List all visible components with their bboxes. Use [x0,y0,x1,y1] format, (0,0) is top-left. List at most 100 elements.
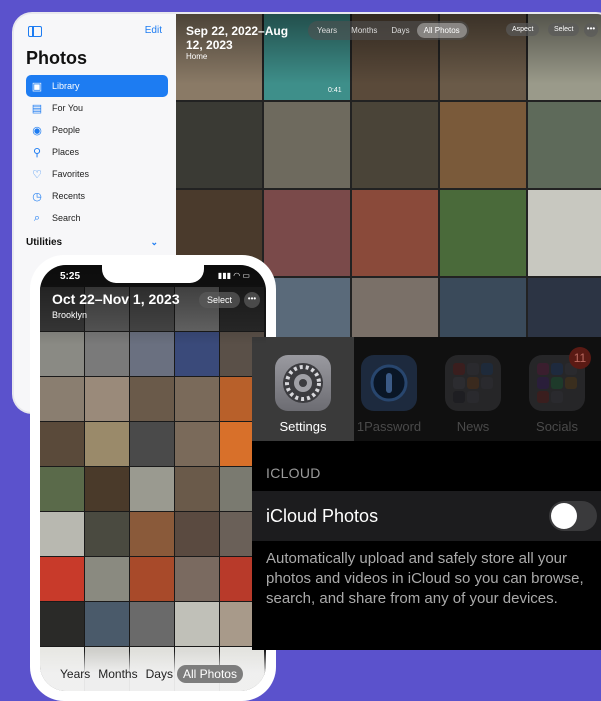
photo-thumbnail[interactable] [175,422,219,466]
tab-months[interactable]: Months [94,665,141,683]
iphone-screen: 5:25 ▮▮▮ ◠ ▭ Oct 22–Nov 1, 2023 Brooklyn… [40,265,266,691]
sidebar-section-utilities[interactable]: Utilities ⌄ [14,229,176,252]
photo-thumbnail[interactable] [130,422,174,466]
photo-thumbnail[interactable] [40,377,84,421]
photo-thumbnail[interactable] [352,102,438,188]
grid-date-range: Sep 22, 2022–Aug 12, 2023 [186,24,289,52]
tab-years[interactable]: Years [310,23,344,38]
toggle-label: iCloud Photos [266,506,379,526]
photo-thumbnail[interactable] [528,102,601,188]
photo-thumbnail[interactable] [175,377,219,421]
icloud-photos-description: Automatically upload and safely store al… [266,550,584,607]
app-label: 1Password [356,419,422,434]
photo-thumbnail[interactable] [175,602,219,646]
aspect-button[interactable]: Aspect [506,23,540,36]
photo-thumbnail[interactable] [85,602,129,646]
tab-days[interactable]: Days [384,23,416,38]
tab-all-photos[interactable]: All Photos [176,665,243,683]
icloud-photos-toggle[interactable] [549,501,597,531]
chevron-down-icon: ⌄ [150,237,158,247]
tab-months[interactable]: Months [344,23,384,38]
video-duration: 0:41 [328,87,342,94]
clock-icon: ◷ [32,190,42,203]
photo-thumbnail[interactable] [528,190,601,276]
photo-thumbnail[interactable] [264,102,350,188]
grid-place: Home [186,52,208,61]
folder-icon: 11 [529,347,591,411]
photo-thumbnail[interactable] [352,190,438,276]
iphone-photos: 5:25 ▮▮▮ ◠ ▭ Oct 22–Nov 1, 2023 Brooklyn… [30,255,276,701]
select-button[interactable]: Select [198,292,240,308]
photo-thumbnail[interactable] [40,557,84,601]
photo-thumbnail[interactable] [40,602,84,646]
sidebar-item-search[interactable]: ⌕ Search [26,207,168,229]
icloud-photos-row: iCloud Photos [252,491,601,541]
photo-thumbnail[interactable] [175,467,219,511]
photo-thumbnail[interactable] [130,467,174,511]
sidebar-item-places[interactable]: ⚲ Places [26,141,168,163]
gear-icon [275,355,331,411]
photo-thumbnail[interactable] [85,557,129,601]
page-title: Photos [26,48,87,68]
sidebar-item-recents[interactable]: ◷ Recents [26,185,168,207]
sidebar-item-library[interactable]: ▣ Library [26,75,168,97]
app-folder-socials[interactable]: 11 Socials [522,347,592,434]
photo-thumbnail[interactable] [85,467,129,511]
photo-thumbnail[interactable] [130,377,174,421]
photo-thumbnail[interactable] [175,512,219,556]
photo-thumbnail[interactable] [130,512,174,556]
status-time: 5:25 [60,271,81,282]
photo-thumbnail[interactable] [175,557,219,601]
photo-thumbnail[interactable] [40,512,84,556]
sidebar-item-for-you[interactable]: ▤ For You [26,97,168,119]
sidebar-item-favorites[interactable]: ♡ Favorites [26,163,168,185]
sidebar-toggle-icon[interactable] [28,26,42,37]
photo-thumbnail[interactable] [85,377,129,421]
phone-date-range: Oct 22–Nov 1, 2023 [52,291,180,307]
more-icon[interactable]: ••• [244,292,260,308]
photo-library-icon: ▣ [31,80,43,93]
notch [102,265,204,283]
app-icon-row: Settings 1Password News 11 Socials [252,337,601,441]
settings-panel: Settings 1Password News 11 Socials ICLOU… [252,337,601,650]
sidebar-item-people[interactable]: ◉ People [26,119,168,141]
select-button[interactable]: Select [548,23,580,36]
sidebar-item-label: For You [52,103,84,113]
app-settings[interactable]: Settings [252,337,354,441]
photo-thumbnail[interactable] [130,602,174,646]
search-icon: ⌕ [33,211,41,224]
tab-days[interactable]: Days [142,665,177,683]
edit-button[interactable]: Edit [145,25,162,36]
tab-all-photos[interactable]: All Photos [416,23,467,38]
map-pin-icon: ⚲ [32,146,42,159]
photo-thumbnail[interactable] [130,557,174,601]
sidebar-item-label: People [52,125,81,135]
tab-years[interactable]: Years [56,665,94,683]
sidebar-item-label: Places [52,147,80,157]
photo-thumbnail[interactable] [440,190,526,276]
app-label: Socials [536,419,578,434]
sidebar-item-label: Favorites [52,169,90,179]
photo-thumbnail[interactable] [176,102,262,188]
onepassword-icon [361,355,417,411]
photo-thumbnail[interactable] [40,467,84,511]
app-label: News [456,419,490,434]
view-segmented-control: Years Months Days All Photos [308,21,469,40]
sidebar-item-label: Search [52,213,81,223]
photo-thumbnail[interactable] [85,512,129,556]
toggle-knob [551,503,577,529]
photo-thumbnail[interactable] [440,102,526,188]
for-you-icon: ▤ [31,102,43,115]
app-folder-news[interactable]: News [438,355,508,434]
more-icon[interactable]: ••• [584,23,598,37]
photo-thumbnail[interactable] [85,422,129,466]
photo-thumbnail[interactable] [40,422,84,466]
notification-badge: 11 [569,347,591,369]
person-icon: ◉ [32,124,42,137]
app-1password[interactable]: 1Password [354,355,424,434]
phone-place: Brooklyn [52,310,88,320]
photo-thumbnail[interactable] [264,190,350,276]
status-icons: ▮▮▮ ◠ ▭ [217,271,250,280]
sidebar-item-label: Library [52,81,80,91]
sidebar-item-label: Recents [52,191,86,201]
